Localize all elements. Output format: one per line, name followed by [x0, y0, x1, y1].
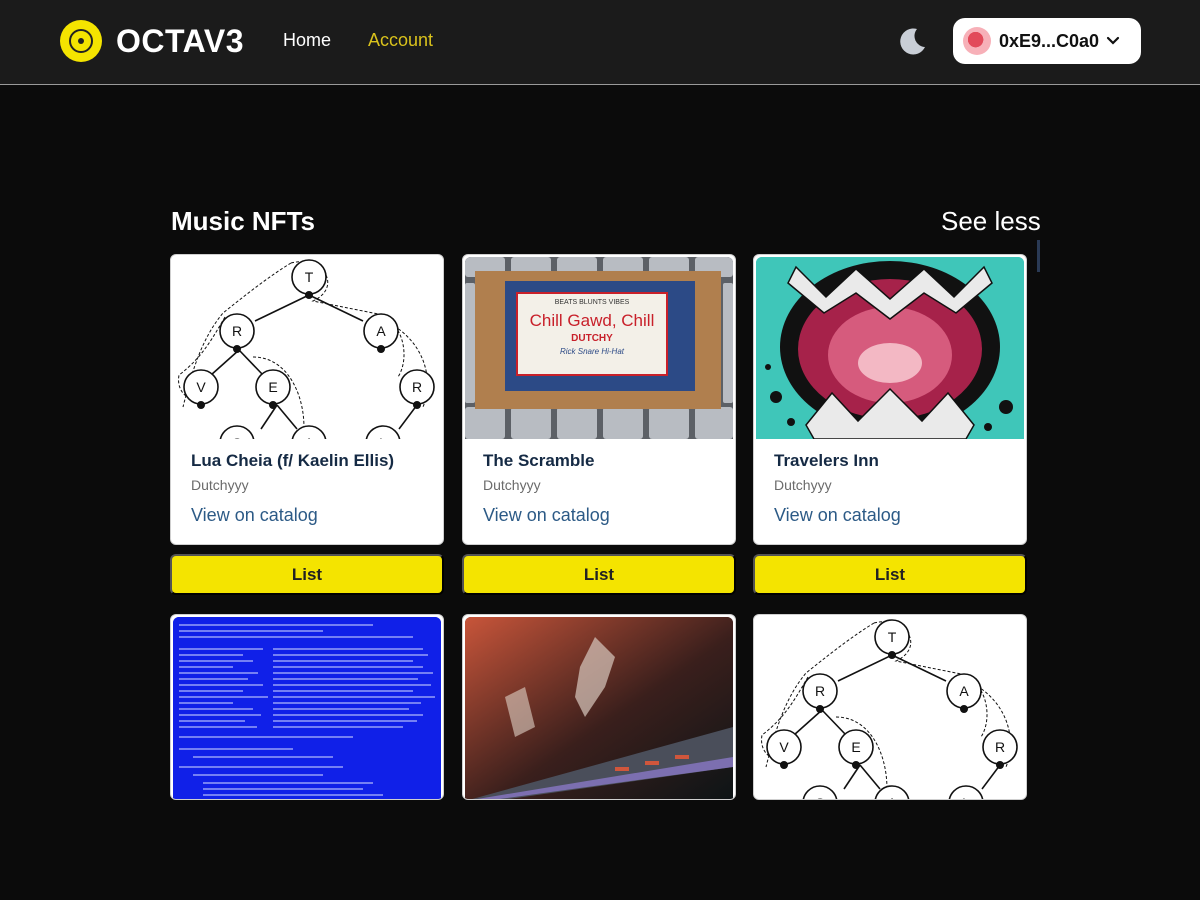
wallet-avatar	[963, 27, 991, 55]
view-on-catalog-link[interactable]: View on catalog	[483, 505, 610, 526]
tree-node-label: E	[268, 379, 277, 395]
tree-node-label: A	[304, 435, 314, 439]
nft-artwork	[173, 617, 441, 799]
nft-card[interactable]	[170, 614, 444, 800]
nft-title: Travelers Inn	[774, 451, 879, 470]
wallet-address: 0xE9...C0a0	[999, 30, 1100, 51]
view-on-catalog-link[interactable]: View on catalog	[774, 505, 901, 526]
nft-artwork: T R A V E R S A L	[756, 617, 1024, 800]
cover-text: Chill Gawd, Chill	[530, 311, 655, 330]
list-button[interactable]: List	[170, 554, 444, 595]
nft-card[interactable]	[462, 614, 736, 800]
tree-node-label: V	[196, 379, 206, 395]
tree-node-label: A	[376, 323, 386, 339]
tree-node-label: S	[232, 435, 241, 439]
scrollbar-thumb[interactable]	[1037, 240, 1040, 272]
tree-node-label: T	[305, 269, 314, 285]
brand-logo[interactable]: OCTAV3	[60, 20, 244, 62]
brand-name: OCTAV3	[116, 22, 245, 59]
tree-node-label: A	[959, 683, 969, 699]
tree-node-label: R	[232, 323, 242, 339]
top-navbar: OCTAV3 Home Account 0xE9...C0a0	[0, 0, 1200, 85]
tree-node-label: R	[815, 683, 825, 699]
nft-artist: Dutchyyy	[191, 477, 249, 493]
list-button[interactable]: List	[753, 554, 1027, 595]
nft-artwork	[756, 257, 1024, 439]
section-title: Music NFTs	[171, 206, 315, 236]
nft-card[interactable]: BEATS BLUNTS VIBES Chill Gawd, Chill DUT…	[462, 254, 736, 545]
list-button[interactable]: List	[462, 554, 736, 595]
nft-artwork: BEATS BLUNTS VIBES Chill Gawd, Chill DUT…	[465, 257, 733, 439]
view-on-catalog-link[interactable]: View on catalog	[191, 505, 318, 526]
nft-title: Lua Cheia (f/ Kaelin Ellis)	[191, 451, 395, 470]
nft-card[interactable]: T R A V E R S A L	[753, 614, 1027, 800]
chevron-down-icon	[1106, 36, 1120, 45]
nft-card[interactable]: Travelers Inn Dutchyyy View on catalog	[753, 254, 1027, 545]
cover-text: DUTCHY	[571, 333, 613, 344]
see-less-toggle[interactable]: See less	[941, 206, 1041, 237]
nft-artist: Dutchyyy	[774, 477, 832, 493]
tree-node-label: T	[888, 629, 897, 645]
tree-node-label: S	[815, 795, 824, 800]
nft-artwork: T R A V E R S A L	[173, 257, 441, 439]
nav-home-link[interactable]: Home	[283, 30, 331, 51]
nft-artwork	[465, 617, 733, 799]
wallet-button[interactable]: 0xE9...C0a0	[953, 18, 1141, 64]
vinyl-disc-icon	[60, 20, 102, 62]
tree-node-label: E	[851, 739, 860, 755]
cover-text: Rick Snare Hi-Hat	[560, 347, 625, 356]
cover-text: BEATS BLUNTS VIBES	[555, 299, 630, 306]
tree-node-label: R	[995, 739, 1005, 755]
nft-artist: Dutchyyy	[483, 477, 541, 493]
tree-node-label: L	[962, 795, 970, 800]
tree-node-label: L	[379, 435, 387, 439]
nft-title: The Scramble	[483, 451, 595, 470]
tree-node-label: R	[412, 379, 422, 395]
moon-icon[interactable]	[897, 25, 929, 57]
nft-card[interactable]: T R A V E R S A L Lua Cheia (f/ Kaelin E…	[170, 254, 444, 545]
nav-account-link[interactable]: Account	[368, 30, 433, 51]
tree-node-label: V	[779, 739, 789, 755]
tree-node-label: A	[887, 795, 897, 800]
